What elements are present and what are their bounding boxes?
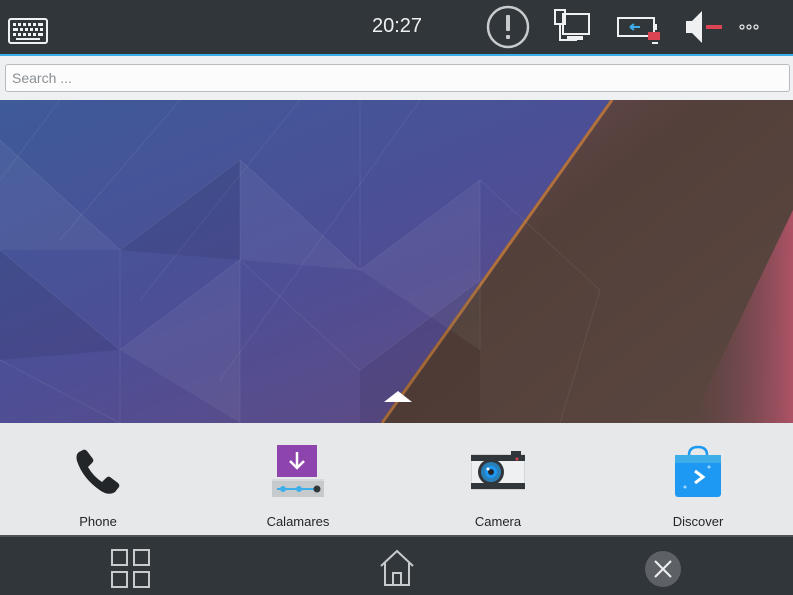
app-grid-icon[interactable] — [110, 549, 152, 589]
favorite-label: Calamares — [266, 514, 330, 529]
drawer-handle-arrow-icon[interactable] — [383, 390, 413, 404]
more-icon[interactable] — [738, 22, 760, 32]
top-panel: 20:27 — [0, 0, 793, 54]
calamares-installer-icon — [272, 445, 324, 497]
network-wired-icon[interactable] — [553, 8, 593, 46]
audio-volume-muted-icon[interactable] — [682, 8, 724, 46]
search-bar — [0, 56, 793, 100]
clock[interactable]: 20:27 — [372, 15, 422, 38]
favorite-discover[interactable]: Discover — [638, 423, 758, 535]
favorite-calamares[interactable]: Calamares — [238, 423, 358, 535]
favorites-dock: Phone Calamares Camera Discover — [0, 423, 793, 535]
favorite-camera[interactable]: Camera — [438, 423, 558, 535]
wallpaper — [0, 100, 793, 423]
phone-icon — [76, 449, 120, 494]
close-icon[interactable] — [643, 549, 683, 589]
camera-icon — [471, 451, 525, 490]
favorite-label: Camera — [474, 514, 522, 529]
bottom-navigation-bar — [0, 535, 793, 595]
notifications-alert-icon[interactable] — [486, 5, 530, 49]
home-icon[interactable] — [377, 548, 417, 588]
battery-missing-icon[interactable] — [615, 12, 667, 50]
discover-store-icon — [675, 445, 721, 497]
search-input[interactable] — [5, 64, 790, 92]
favorite-label: Discover — [672, 514, 724, 529]
keyboard-icon[interactable] — [8, 18, 48, 44]
favorite-label: Phone — [79, 514, 117, 529]
favorite-phone[interactable]: Phone — [38, 423, 158, 535]
